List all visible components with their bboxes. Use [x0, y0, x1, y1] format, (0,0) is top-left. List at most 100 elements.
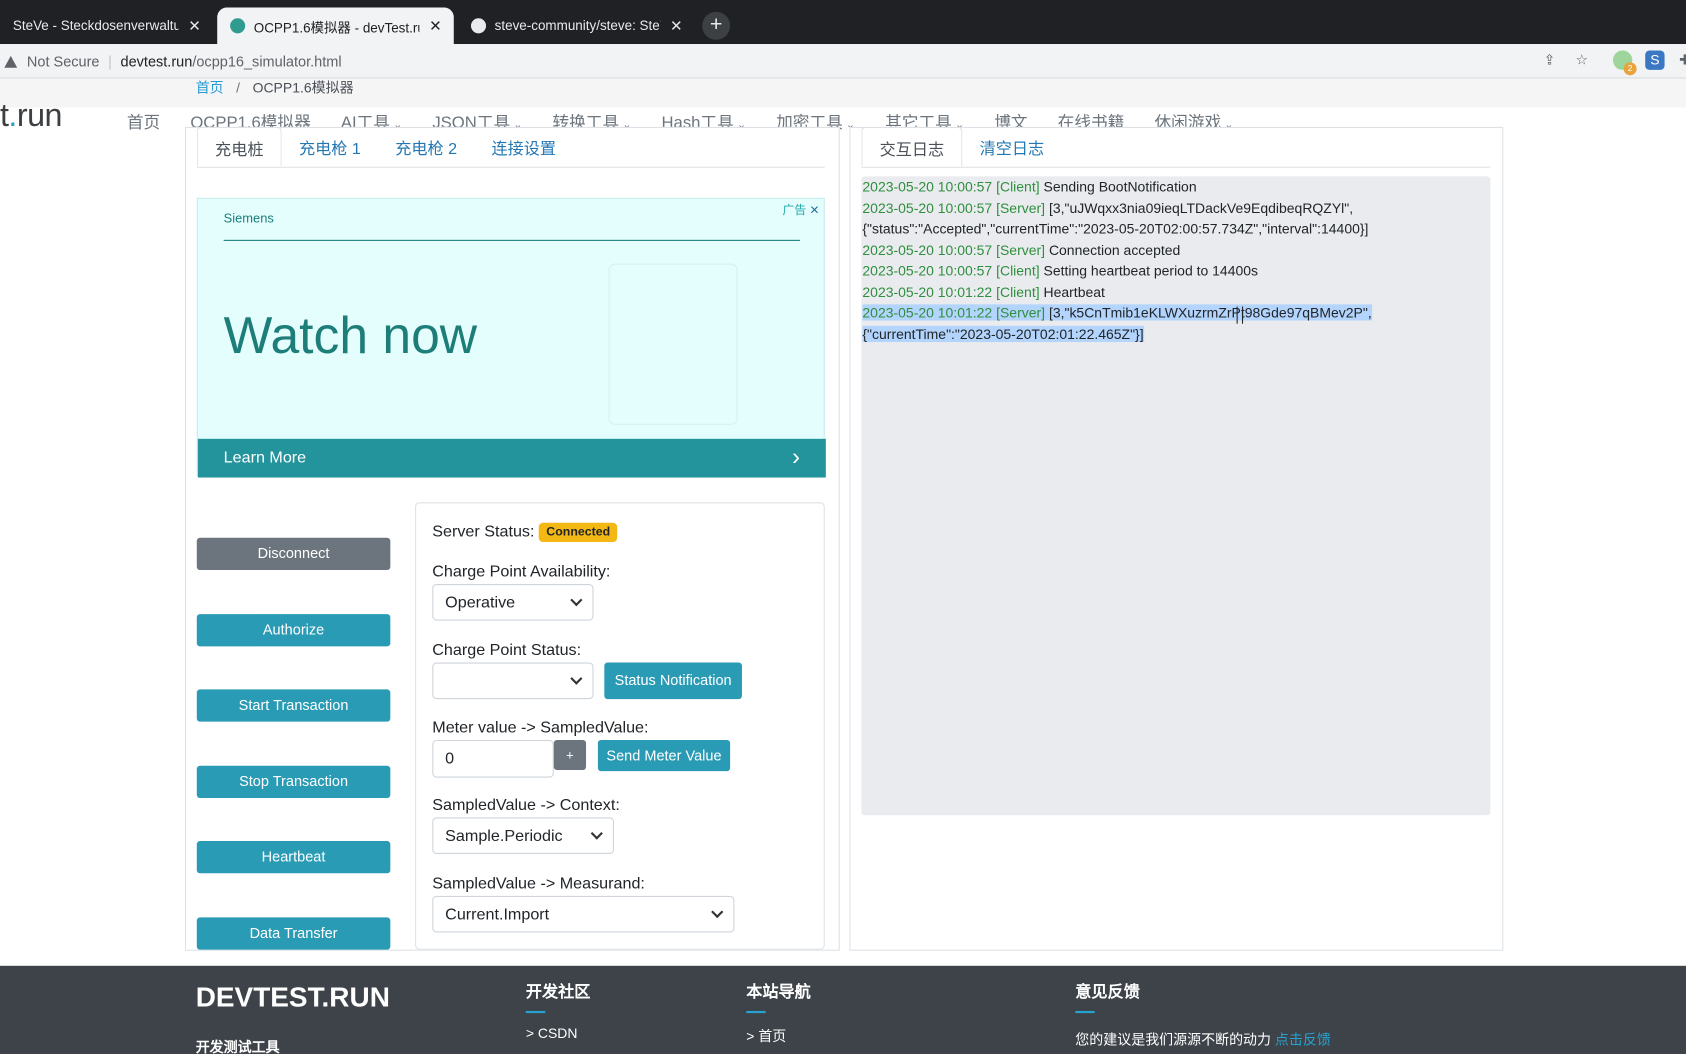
footer-col-feedback: 意见反馈 您的建议是我们源源不断的动力 点击反馈: [1075, 980, 1331, 1049]
logo-dot: .: [8, 97, 17, 134]
log-output[interactable]: 2023-05-20 10:00:57 [Client] Sending Boo…: [861, 176, 1491, 816]
footer-heading: 本站导航: [746, 983, 811, 1002]
ad-close-button[interactable]: 广告 ✕: [783, 201, 820, 218]
new-tab-button[interactable]: +: [702, 11, 731, 40]
log-message-continued: {"status":"Accepted","currentTime":"2023…: [862, 220, 1369, 237]
logo-prefix: t: [0, 97, 9, 134]
start-transaction-button[interactable]: Start Transaction: [196, 689, 391, 722]
ad-divider: [223, 239, 801, 241]
puzzle-icon[interactable]: ✚: [1675, 51, 1686, 70]
tab-interaction-log[interactable]: 交互日志: [861, 126, 963, 167]
omnibox-divider: |: [108, 53, 112, 70]
authorize-button[interactable]: Authorize: [196, 614, 391, 647]
log-timestamp: 2023-05-20 10:00:57: [862, 262, 993, 279]
chevron-right-icon: ›: [792, 443, 801, 470]
log-source: [Client]: [996, 262, 1040, 279]
tab-charge-point[interactable]: 充电桩: [196, 126, 282, 167]
availability-value: Operative: [445, 593, 516, 612]
server-status-row: Server Status: Connected: [432, 522, 618, 543]
tab-connector-2[interactable]: 充电枪 2: [378, 127, 474, 167]
extension-s-icon[interactable]: S: [1645, 50, 1665, 70]
browser-tab-ocpp[interactable]: OCPP1.6模拟器 - devTest.run ✕: [217, 7, 454, 45]
tab-connection-settings[interactable]: 连接设置: [474, 127, 573, 167]
star-icon[interactable]: ☆: [1572, 51, 1591, 70]
measurand-select[interactable]: Current.Import: [432, 895, 735, 933]
security-label: Not Secure: [26, 53, 100, 70]
availability-select[interactable]: Operative: [432, 583, 594, 621]
simulator-tabs: 充电桩 充电枪 1 充电枪 2 连接设置: [196, 126, 825, 168]
warning-icon: [4, 55, 18, 68]
close-icon[interactable]: ✕: [426, 17, 445, 35]
breadcrumb-current: OCPP1.6模拟器: [252, 79, 354, 96]
devtest-favicon-icon: [230, 18, 246, 34]
url-path: /ocpp16_simulator.html: [192, 53, 342, 70]
log-timestamp: 2023-05-20 10:00:57: [862, 199, 993, 216]
charge-point-form: Server Status: Connected Charge Point Ava…: [415, 502, 825, 950]
tab-title: SteVe - Steckdosenverwaltung: [12, 18, 179, 34]
log-message: Heartbeat: [1043, 283, 1105, 300]
log-timestamp: 2023-05-20 10:01:22: [862, 304, 993, 321]
browser-tab-steve[interactable]: SteVe - Steckdosenverwaltung ✕: [0, 8, 213, 45]
advertisement[interactable]: 广告 ✕ Siemens Watch now Learn More ›: [196, 197, 826, 478]
log-message: Connection accepted: [1048, 241, 1181, 258]
chevron-down-icon: [570, 594, 583, 607]
footer-heading-underline: [746, 1010, 766, 1014]
log-entry: 2023-05-20 10:00:57 [Client] Sending Boo…: [862, 176, 1490, 197]
nav-item-home[interactable]: 首页: [127, 110, 160, 134]
heartbeat-button[interactable]: Heartbeat: [196, 841, 391, 874]
context-label: SampledValue -> Context:: [432, 795, 620, 815]
disconnect-button[interactable]: Disconnect: [196, 537, 391, 571]
status-badge: Connected: [538, 522, 618, 543]
footer-heading-underline: [525, 1010, 546, 1014]
meter-value-input[interactable]: 0: [432, 739, 554, 778]
tab-connector-1[interactable]: 充电枪 1: [282, 127, 378, 167]
log-message: Sending BootNotification: [1043, 178, 1197, 195]
ad-cta-label: Learn More: [223, 448, 307, 467]
footer-link-home[interactable]: > 首页: [746, 1025, 811, 1045]
chevron-right-icon: >: [525, 1024, 534, 1042]
status-select[interactable]: [432, 662, 594, 700]
status-notification-button[interactable]: Status Notification: [604, 662, 742, 700]
chevron-right-icon: >: [746, 1028, 755, 1045]
close-icon[interactable]: ✕: [667, 17, 686, 35]
log-entry: 2023-05-20 10:00:57 [Client] Setting hea…: [862, 260, 1490, 281]
status-label: Charge Point Status:: [432, 640, 582, 660]
breadcrumb-home-link[interactable]: 首页: [196, 80, 224, 96]
stop-transaction-button[interactable]: Stop Transaction: [196, 765, 391, 799]
context-value: Sample.Periodic: [445, 826, 563, 845]
meter-increment-button[interactable]: +: [553, 739, 587, 771]
ad-label: 广告: [782, 204, 807, 218]
log-message: Setting heartbeat period to 14400s: [1043, 262, 1259, 279]
log-source: [Server]: [996, 304, 1046, 321]
site-logo[interactable]: t.run: [0, 98, 62, 135]
close-icon[interactable]: ✕: [185, 17, 204, 35]
log-message-continued: {"currentTime":"2023-05-20T02:01:22.465Z…: [862, 325, 1144, 342]
breadcrumb-separator: /: [236, 79, 241, 96]
log-entry: 2023-05-20 10:01:22 [Client] Heartbeat: [862, 281, 1490, 302]
ad-learn-more-button[interactable]: Learn More ›: [197, 438, 826, 478]
log-tabs: 交互日志 清空日志: [861, 126, 1491, 168]
footer-link-csdn[interactable]: > CSDN: [526, 1025, 591, 1041]
text-cursor-icon: [1236, 306, 1244, 324]
footer-link-label: 首页: [758, 1028, 787, 1045]
ad-brand: Siemens: [223, 210, 274, 226]
feedback-link[interactable]: 点击反馈: [1275, 1031, 1331, 1047]
address-bar[interactable]: Not Secure | devtest.run/ocpp16_simulato…: [0, 47, 342, 75]
browser-tab-github[interactable]: steve-community/steve: SteVe ✕: [458, 8, 695, 45]
close-icon[interactable]: ✕: [809, 204, 819, 217]
ad-decoration: [608, 263, 738, 425]
send-meter-value-button[interactable]: Send Meter Value: [597, 739, 731, 772]
data-transfer-button[interactable]: Data Transfer: [196, 917, 391, 950]
github-icon: [470, 18, 487, 34]
clear-log-button[interactable]: 清空日志: [962, 127, 1061, 167]
context-select[interactable]: Sample.Periodic: [432, 817, 614, 854]
footer-col-community: 开发社区 > CSDN: [525, 980, 591, 1041]
footer-tagline: 开发测试工具: [195, 1038, 280, 1054]
log-entry: 2023-05-20 10:00:57 [Server] Connection …: [862, 239, 1490, 260]
footer-feedback-text: 您的建议是我们源源不断的动力 点击反馈: [1075, 1028, 1331, 1048]
browser-toolbar: Not Secure | devtest.run/ocpp16_simulato…: [0, 44, 1686, 79]
logo-suffix: run: [16, 97, 63, 134]
chevron-down-icon: [711, 905, 724, 919]
share-icon[interactable]: ⇪: [1540, 51, 1559, 70]
breadcrumb: 首页 / OCPP1.6模拟器: [196, 76, 354, 96]
